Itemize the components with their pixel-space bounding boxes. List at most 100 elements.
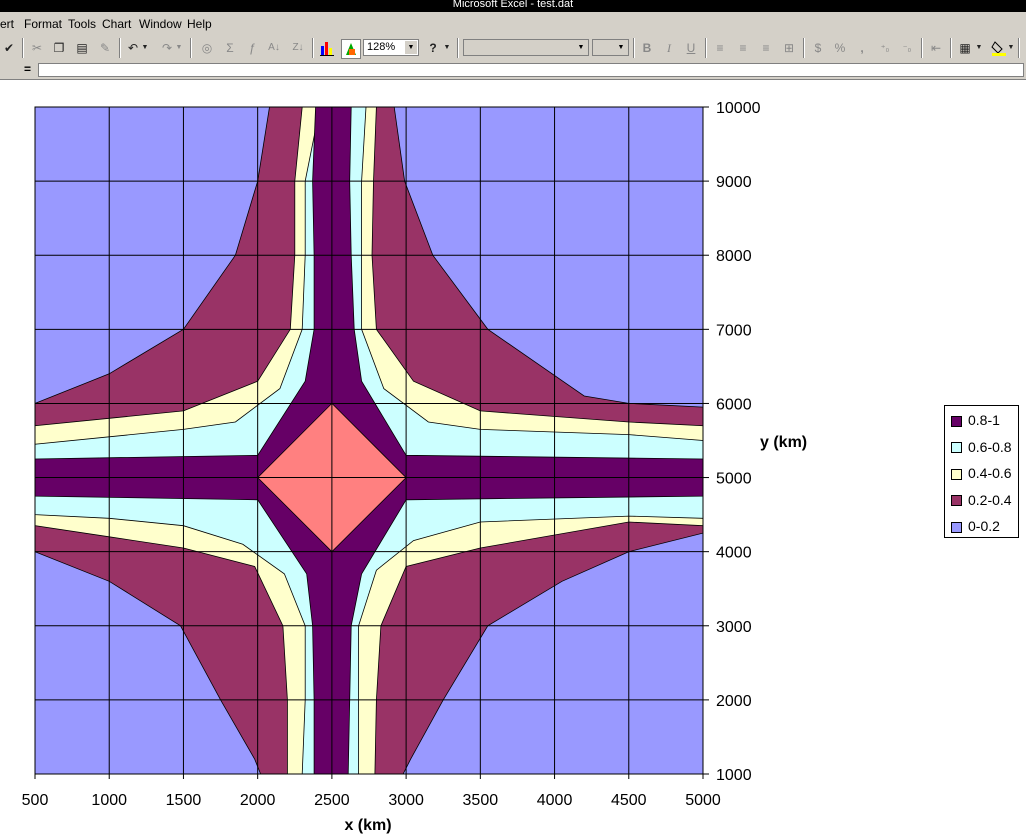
legend-label: 0.6-0.8 bbox=[968, 438, 1012, 455]
borders-icon[interactable]: ▦ bbox=[956, 39, 974, 57]
help-icon[interactable]: ? bbox=[424, 39, 442, 57]
autosum-icon[interactable]: Σ bbox=[221, 39, 239, 57]
align-left-icon[interactable]: ≡ bbox=[711, 39, 729, 57]
toolbar-separator bbox=[633, 38, 635, 58]
menu-window[interactable]: Window bbox=[139, 17, 182, 31]
legend-item[interactable]: 0-0.2 bbox=[951, 516, 1000, 536]
chart-legend[interactable]: 0.8-1 0.6-0.8 0.4-0.6 0.2-0.4 0-0.2 bbox=[944, 405, 1019, 538]
help-dropdown-icon[interactable]: ▼ bbox=[442, 39, 452, 57]
hyperlink-icon[interactable]: ◎ bbox=[198, 39, 216, 57]
x-tick-label: 3500 bbox=[463, 792, 499, 809]
toolbar-separator bbox=[22, 38, 24, 58]
redo-dropdown-icon[interactable]: ▼ bbox=[174, 39, 184, 57]
x-tick-label: 3000 bbox=[388, 792, 424, 809]
x-tick-label: 4000 bbox=[537, 792, 573, 809]
currency-icon[interactable]: $ bbox=[809, 39, 827, 57]
y-tick-label: 5000 bbox=[716, 471, 752, 488]
legend-item[interactable]: 0.6-0.8 bbox=[951, 437, 1012, 457]
copy-icon[interactable]: ❐ bbox=[50, 39, 68, 57]
legend-swatch bbox=[951, 468, 962, 480]
toolbar-separator bbox=[312, 38, 314, 58]
chevron-down-icon[interactable]: ▼ bbox=[575, 41, 587, 54]
font-size-select[interactable]: ▼ bbox=[592, 39, 629, 56]
x-tick-label: 1000 bbox=[91, 792, 127, 809]
indent-icon[interactable]: ⇤ bbox=[927, 39, 945, 57]
legend-label: 0-0.2 bbox=[968, 518, 1000, 534]
legend-swatch bbox=[951, 442, 962, 454]
x-tick-label: 2000 bbox=[240, 792, 276, 809]
sort-descending-icon[interactable]: Z↓ bbox=[289, 39, 307, 57]
y-tick-label: 6000 bbox=[716, 396, 752, 413]
toolbar: ✔ ✂ ❐ ▤ ✎ ↶ ▼ ↷ ▼ ◎ Σ ƒ A↓ Z↓ 128% ▼ ? ▼… bbox=[0, 35, 1026, 63]
y-tick-label: 9000 bbox=[716, 174, 752, 191]
menu-tools[interactable]: Tools bbox=[68, 17, 96, 31]
align-center-icon[interactable]: ≡ bbox=[734, 39, 752, 57]
chevron-down-icon[interactable]: ▼ bbox=[405, 41, 417, 54]
legend-item[interactable]: 0.4-0.6 bbox=[951, 463, 1012, 483]
drawing-icon[interactable] bbox=[341, 39, 361, 59]
x-tick-label: 2500 bbox=[314, 792, 350, 809]
undo-dropdown-icon[interactable]: ▼ bbox=[140, 39, 150, 57]
name-box[interactable] bbox=[0, 63, 19, 77]
zoom-select[interactable]: 128% ▼ bbox=[363, 39, 419, 56]
legend-swatch bbox=[951, 415, 962, 427]
x-tick-label: 1500 bbox=[166, 792, 202, 809]
contour-chart[interactable]: 500 1000 1500 2000 2500 3000 3500 4000 4500 5000 1… bbox=[0, 80, 1026, 840]
menu-bar: ert Format Tools Chart Window Help bbox=[0, 12, 1026, 35]
x-axis-label: x (km) bbox=[344, 817, 391, 834]
increase-decimal-icon[interactable]: ⁺₀ bbox=[876, 39, 894, 57]
cut-icon[interactable]: ✂ bbox=[28, 39, 46, 57]
x-tick-label: 5000 bbox=[685, 792, 721, 809]
toolbar-separator bbox=[190, 38, 192, 58]
y-tick-label: 2000 bbox=[716, 693, 752, 710]
y-tick-label: 10000 bbox=[716, 100, 761, 117]
underline-button[interactable]: U bbox=[682, 39, 700, 57]
y-tick-label: 4000 bbox=[716, 545, 752, 562]
window-titlebar: Microsoft Excel - test.dat bbox=[0, 0, 1026, 12]
font-name-select[interactable]: ▼ bbox=[463, 39, 589, 56]
italic-button[interactable]: I bbox=[660, 39, 678, 57]
menu-chart[interactable]: Chart bbox=[102, 17, 131, 31]
toolbar-separator bbox=[457, 38, 459, 58]
y-tick-label: 1000 bbox=[716, 767, 752, 784]
menu-format[interactable]: Format bbox=[24, 17, 62, 31]
decrease-decimal-icon[interactable]: ⁻₀ bbox=[898, 39, 916, 57]
paste-icon[interactable]: ▤ bbox=[73, 39, 91, 57]
legend-label: 0.4-0.6 bbox=[968, 465, 1012, 481]
toolbar-separator bbox=[921, 38, 923, 58]
legend-swatch bbox=[951, 521, 962, 533]
formula-bar: = bbox=[0, 62, 1026, 80]
legend-item[interactable]: 0.2-0.4 bbox=[951, 490, 1012, 510]
formula-equals-label: = bbox=[24, 62, 32, 76]
sort-ascending-icon[interactable]: A↓ bbox=[265, 39, 283, 57]
chevron-down-icon[interactable]: ▼ bbox=[615, 41, 627, 54]
y-tick-label: 8000 bbox=[716, 248, 752, 265]
merge-center-icon[interactable]: ⊞ bbox=[780, 39, 798, 57]
format-painter-icon[interactable]: ✎ bbox=[96, 39, 114, 57]
legend-label: 0.8-1 bbox=[968, 412, 1000, 428]
borders-dropdown-icon[interactable]: ▼ bbox=[974, 39, 984, 57]
percent-button[interactable]: % bbox=[831, 39, 849, 57]
function-icon[interactable]: ƒ bbox=[243, 39, 261, 57]
spelling-icon[interactable]: ✔ bbox=[0, 39, 18, 57]
x-tick-label: 500 bbox=[22, 792, 49, 809]
fill-color-dropdown-icon[interactable]: ▼ bbox=[1006, 39, 1016, 57]
y-tick-label: 7000 bbox=[716, 322, 752, 339]
legend-label: 0.2-0.4 bbox=[968, 491, 1012, 508]
toolbar-separator bbox=[950, 38, 952, 58]
toolbar-separator bbox=[119, 38, 121, 58]
formula-input[interactable] bbox=[38, 63, 1024, 77]
toolbar-separator bbox=[803, 38, 805, 58]
align-right-icon[interactable]: ≡ bbox=[757, 39, 775, 57]
y-tick-label: 3000 bbox=[716, 619, 752, 636]
toolbar-separator bbox=[1018, 38, 1020, 58]
x-tick-label: 4500 bbox=[611, 792, 647, 809]
legend-item[interactable]: 0.8-1 bbox=[951, 410, 1000, 430]
window-title: Microsoft Excel - test.dat bbox=[452, 0, 574, 10]
y-axis-label: y (km) bbox=[760, 434, 807, 451]
chart-wizard-icon[interactable] bbox=[318, 39, 336, 57]
bold-button[interactable]: B bbox=[638, 39, 656, 57]
menu-insert[interactable]: ert bbox=[0, 17, 14, 31]
menu-help[interactable]: Help bbox=[187, 17, 212, 31]
comma-button[interactable]: , bbox=[853, 39, 871, 57]
